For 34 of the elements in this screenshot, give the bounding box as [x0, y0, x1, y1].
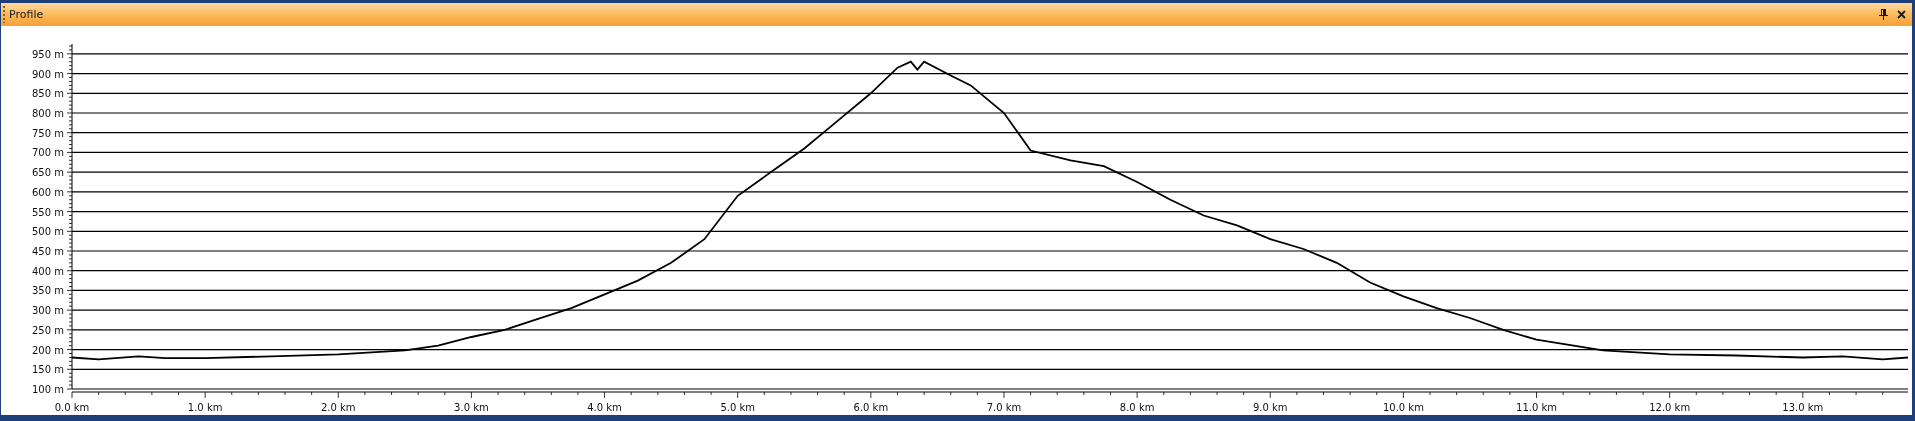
x-tick-label: 13.0 km: [1782, 402, 1824, 413]
y-tick-label: 350 m: [32, 285, 64, 297]
x-tick-label: 5.0 km: [720, 402, 755, 413]
x-tick-label: 4.0 km: [587, 402, 622, 413]
y-tick-label: 650 m: [32, 167, 64, 179]
panel-title: Profile: [9, 8, 45, 21]
x-tick-label: 8.0 km: [1119, 402, 1155, 413]
y-tick-label: 750 m: [32, 127, 64, 139]
y-tick-label: 100 m: [32, 384, 64, 395]
x-tick-label: 3.0 km: [454, 402, 489, 413]
x-tick-label: 11.0 km: [1516, 402, 1558, 413]
x-tick-label: 0.0 km: [54, 402, 90, 413]
y-tick-label: 150 m: [32, 364, 64, 376]
pin-button[interactable]: [1876, 7, 1890, 22]
y-tick-label: 900 m: [32, 68, 64, 80]
y-tick-label: 850 m: [32, 88, 64, 100]
x-tick-label: 6.0 km: [853, 402, 889, 413]
x-tick-label: 7.0 km: [986, 402, 1022, 413]
y-tick-label: 450 m: [32, 246, 64, 257]
x-tick-label: 12.0 km: [1649, 402, 1691, 413]
y-tick-label: 300 m: [32, 305, 64, 317]
x-tick-label: 9.0 km: [1252, 402, 1288, 413]
x-tick-label: 10.0 km: [1382, 402, 1424, 413]
x-tick-label: 1.0 km: [187, 402, 223, 413]
y-tick-label: 250 m: [32, 324, 64, 336]
y-tick-label: 200 m: [32, 344, 64, 356]
y-tick-label: 500 m: [32, 226, 64, 238]
y-tick-label: 950 m: [32, 48, 64, 60]
y-tick-label: 700 m: [32, 147, 64, 159]
y-tick-label: 550 m: [32, 206, 64, 218]
y-tick-label: 800 m: [32, 108, 64, 119]
y-tick-label: 400 m: [32, 265, 64, 277]
y-tick-label: 600 m: [32, 186, 64, 198]
x-tick-label: 2.0 km: [320, 402, 356, 413]
